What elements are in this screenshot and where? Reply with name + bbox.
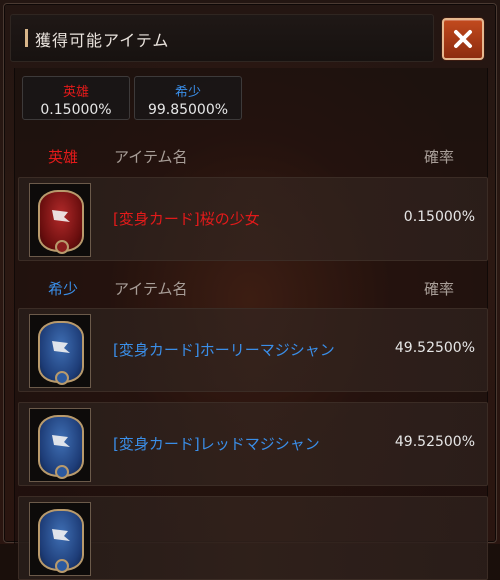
page-title: 獲得可能アイテム	[35, 31, 170, 50]
item-rate: 49.52500%	[394, 434, 475, 450]
item-icon-frame	[29, 408, 91, 482]
red-card-icon	[38, 190, 84, 254]
blue-card-icon	[38, 321, 84, 385]
summary-hero-value: 0.15000%	[40, 102, 112, 118]
blue-card-icon	[38, 415, 84, 479]
item-icon-frame	[29, 502, 91, 576]
column-item-name: アイテム名	[114, 148, 188, 166]
rare-section-header: 希少 アイテム名 確率	[16, 272, 482, 306]
column-rate: 確率	[423, 148, 454, 166]
hero-grade-label: 英雄	[48, 148, 79, 166]
summary-rare: 希少 99.85000%	[134, 76, 242, 120]
blue-card-icon	[38, 509, 84, 573]
title-accent-bar	[25, 29, 28, 47]
rare-grade-label: 希少	[48, 280, 79, 298]
list-item[interactable]: [変身カード]レッドマジシャン 49.52500%	[18, 402, 488, 486]
item-rate: 0.15000%	[403, 209, 475, 225]
close-button[interactable]	[442, 18, 484, 60]
title-bar: 獲得可能アイテム	[10, 14, 434, 62]
summary-hero-label: 英雄	[62, 85, 89, 100]
item-icon-frame	[29, 314, 91, 388]
list-item[interactable]	[18, 496, 488, 580]
column-rate: 確率	[423, 280, 454, 298]
summary-rare-value: 99.85000%	[147, 102, 229, 118]
summary-hero: 英雄 0.15000%	[22, 76, 130, 120]
list-item[interactable]: [変身カード]ホーリーマジシャン 49.52500%	[18, 308, 488, 392]
column-item-name: アイテム名	[114, 280, 188, 298]
hero-section-header: 英雄 アイテム名 確率	[16, 140, 482, 174]
list-item[interactable]: [変身カード]桜の少女 0.15000%	[18, 177, 488, 261]
item-icon-frame	[29, 183, 91, 257]
close-icon	[454, 30, 472, 48]
item-name: [変身カード]桜の少女	[113, 210, 260, 228]
item-name: [変身カード]ホーリーマジシャン	[113, 341, 335, 359]
item-name: [変身カード]レッドマジシャン	[113, 435, 320, 453]
summary-rare-label: 希少	[174, 85, 201, 100]
item-rate: 49.52500%	[394, 340, 475, 356]
